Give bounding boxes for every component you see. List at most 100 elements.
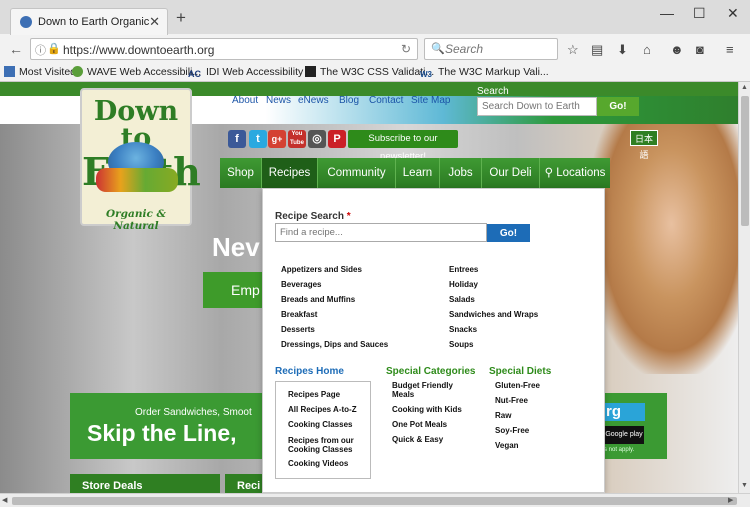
site-search-input[interactable] — [477, 97, 597, 116]
special-category-link[interactable]: One Pot Meals — [392, 420, 447, 429]
browser-search-box[interactable]: 🔍 — [424, 38, 558, 60]
new-tab-button[interactable]: + — [176, 8, 186, 28]
toplink-enews[interactable]: eNews — [298, 95, 329, 106]
browser-search-input[interactable] — [445, 42, 553, 56]
recipe-category-link[interactable]: Appetizers and Sides — [281, 265, 362, 274]
recipe-category-link[interactable]: Desserts — [281, 325, 315, 334]
nav-our-deli[interactable]: Our Deli — [482, 158, 540, 188]
recipes-home-link[interactable]: Recipes Page — [288, 390, 340, 399]
vertical-scroll-thumb[interactable] — [741, 96, 749, 226]
site-logo[interactable]: Down toEarth Organic & Natural — [80, 88, 201, 232]
youtube-icon[interactable]: You Tube — [288, 130, 306, 148]
recipe-category-link[interactable]: Holiday — [449, 280, 478, 289]
url-bar[interactable]: ⓘ 🔒 ↻ — [30, 38, 418, 60]
recipes-home-link[interactable]: All Recipes A-to-Z — [288, 405, 357, 414]
language-button[interactable]: 日本語 — [630, 130, 658, 160]
back-arrow-icon[interactable]: ← — [9, 41, 23, 57]
recipe-category-link[interactable]: Salads — [449, 295, 475, 304]
tab-close-icon[interactable]: ✕ — [149, 14, 160, 30]
google-play-badge[interactable]: Google play — [604, 426, 644, 444]
url-input[interactable] — [63, 43, 383, 57]
recipes-home-link[interactable]: Recipes from our Cooking Classes — [288, 436, 362, 454]
special-category-link[interactable]: Budget Friendly Meals — [392, 381, 458, 399]
nav-community[interactable]: Community — [318, 158, 396, 188]
close-window-button[interactable]: ✕ — [727, 5, 739, 22]
recipes-box[interactable]: Reci — [225, 474, 265, 493]
facebook-icon[interactable]: f — [228, 130, 246, 148]
download-icon[interactable]: ⬇ — [617, 42, 628, 58]
horizontal-scrollbar[interactable]: ◀ ▶ — [0, 493, 750, 507]
toplink-sitemap[interactable]: Site Map — [411, 95, 450, 106]
scroll-left-icon[interactable]: ◀ — [2, 496, 7, 504]
special-diet-link[interactable]: Raw — [495, 411, 511, 420]
recipe-category-link[interactable]: Breakfast — [281, 310, 317, 319]
recipe-category-link[interactable]: Entrees — [449, 265, 478, 274]
special-diet-link[interactable]: Soy-Free — [495, 426, 529, 435]
minimize-button[interactable]: — — [660, 5, 674, 21]
reload-icon[interactable]: ↻ — [401, 42, 411, 56]
special-category-link[interactable]: Cooking with Kids — [392, 405, 462, 414]
instagram-icon[interactable]: ◎ — [308, 130, 326, 148]
star-icon[interactable]: ☆ — [567, 42, 579, 58]
lock-warning-icon[interactable]: 🔒 — [47, 42, 61, 55]
tab-bar: Down to Earth Organic an... ✕ + — ☐ ✕ — [0, 0, 750, 35]
nav-locations[interactable]: ⚲ Locations — [540, 158, 610, 188]
recipe-category-link[interactable]: Snacks — [449, 325, 477, 334]
twitter-icon[interactable]: t — [249, 130, 267, 148]
toplink-contact[interactable]: Contact — [369, 95, 403, 106]
maximize-button[interactable]: ☐ — [693, 5, 706, 22]
recipe-category-link[interactable]: Beverages — [281, 280, 321, 289]
recipe-category-link[interactable]: Sandwiches and Wraps — [449, 310, 538, 319]
special-diet-link[interactable]: Vegan — [495, 441, 519, 450]
vertical-scrollbar[interactable]: ▲ ▼ — [738, 82, 750, 493]
recipe-search-button[interactable]: Go! — [487, 224, 530, 242]
bookmark-wave[interactable]: WAVE Web Accessibili... — [72, 66, 201, 78]
logo-tagline: Organic & Natural — [106, 208, 166, 232]
scroll-right-icon[interactable]: ▶ — [728, 496, 733, 504]
bookmark-css-validator[interactable]: The W3C CSS Validati... — [305, 66, 434, 78]
scroll-down-icon[interactable]: ▼ — [741, 482, 748, 489]
toplink-blog[interactable]: Blog — [339, 95, 359, 106]
skip-line-banner-right[interactable]: rg Google play s not apply. — [604, 393, 667, 459]
info-icon[interactable]: ⓘ — [35, 42, 46, 58]
site-favicon-icon — [20, 16, 32, 28]
logo-vegetables-icon — [96, 168, 178, 192]
recipe-category-link[interactable]: Dressings, Dips and Sauces — [281, 340, 388, 349]
w3c-logo-icon: W3 — [420, 70, 432, 79]
google-plus-icon[interactable]: g+ — [268, 130, 286, 148]
pinterest-icon[interactable]: P — [328, 130, 346, 148]
nav-jobs[interactable]: Jobs — [440, 158, 482, 188]
special-diet-link[interactable]: Nut-Free — [495, 396, 528, 405]
bookmark-markup-validator[interactable]: W3 The W3C Markup Vali... — [420, 66, 549, 81]
required-mark: * — [346, 211, 351, 222]
recipes-home-link[interactable]: Cooking Classes — [288, 420, 352, 429]
recipe-category-link[interactable]: Soups — [449, 340, 473, 349]
home-icon[interactable]: ⌂ — [643, 42, 651, 57]
recipe-search-input[interactable] — [275, 223, 487, 242]
recipes-home-heading[interactable]: Recipes Home — [275, 366, 344, 377]
recipes-home-link[interactable]: Cooking Videos — [288, 459, 348, 468]
recipe-category-link[interactable]: Breads and Muffins — [281, 295, 355, 304]
special-diet-link[interactable]: Gluten-Free — [495, 381, 540, 390]
smiley-icon[interactable]: ☻ — [670, 42, 684, 57]
menu-icon[interactable]: ≡ — [726, 42, 734, 57]
pocket-icon[interactable]: ◙ — [696, 42, 704, 57]
nav-recipes[interactable]: Recipes — [262, 158, 318, 188]
bookmark-most-visited[interactable]: Most Visited — [4, 66, 76, 78]
site-search-button[interactable]: Go! — [597, 97, 639, 116]
horizontal-scroll-thumb[interactable] — [12, 497, 737, 505]
tab-active[interactable]: Down to Earth Organic an... ✕ — [10, 8, 168, 35]
toplink-news[interactable]: News — [266, 95, 291, 106]
skip-line-banner[interactable]: Order Sandwiches, Smoot Skip the Line, — [70, 393, 270, 459]
reading-list-icon[interactable]: ▤ — [591, 42, 603, 58]
bookmarks-bar: Most Visited WAVE Web Accessibili... AC I… — [0, 63, 750, 81]
special-category-link[interactable]: Quick & Easy — [392, 435, 443, 444]
newsletter-button[interactable]: Subscribe to our newsletter! — [348, 130, 458, 162]
scroll-up-icon[interactable]: ▲ — [741, 84, 748, 91]
bookmark-idi[interactable]: AC IDI Web Accessibility ... — [188, 66, 315, 80]
nav-shop[interactable]: Shop — [220, 158, 262, 188]
nav-learn[interactable]: Learn — [396, 158, 440, 188]
tab-title: Down to Earth Organic an... — [38, 16, 150, 28]
store-deals-box[interactable]: Store Deals — [70, 474, 220, 493]
toplink-about[interactable]: About — [232, 95, 258, 106]
